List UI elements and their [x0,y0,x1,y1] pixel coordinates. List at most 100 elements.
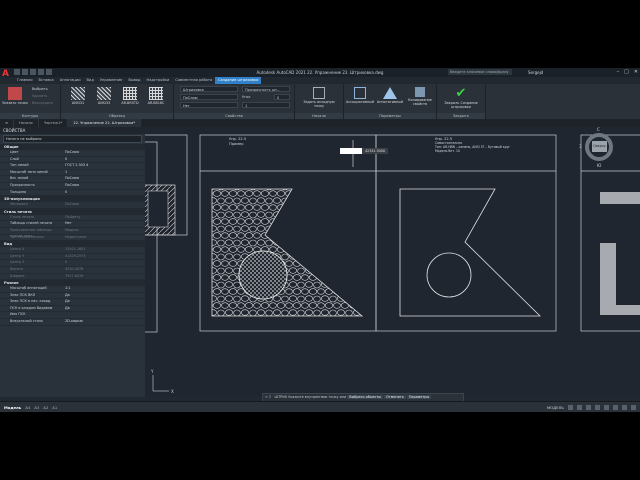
layout-tab[interactable]: A3 [34,402,39,412]
ribbon-tab[interactable]: Вставка [36,77,57,84]
property-row[interactable]: Пространство таблицы стилей печа... Модел… [0,228,145,238]
property-value[interactable]: Да [62,293,145,299]
property-value[interactable]: 1 [62,170,145,176]
document-tab[interactable]: Чертеж1* [39,119,69,127]
property-value[interactable]: ГОСТ 2.303 4 [62,163,145,169]
selection-dropdown[interactable]: Ничего не выбрано [3,135,142,143]
drawing-canvas[interactable]: Y X 42341.5000 Упр. 22.5 Пример Упр. 22.… [145,127,640,397]
property-value[interactable]: 0 [62,260,145,266]
select-button[interactable]: Выбрать [32,86,48,92]
option-settings[interactable]: Параметры [406,395,432,399]
property-row[interactable]: Центр Z 0 [0,260,145,267]
property-value[interactable]: ПоСлою [62,150,145,156]
property-value[interactable]: ПоЦвету [62,215,145,221]
ribbon-tab[interactable]: Управление [97,77,126,84]
ribbon-tab[interactable]: Вид [84,77,97,84]
document-tab[interactable]: Начало [14,119,39,127]
compass-south[interactable]: Ю [597,163,601,168]
property-row[interactable]: Ширина 7927.8419 [0,274,145,281]
hatch-color-select[interactable]: ПоСлою [180,94,238,100]
property-row[interactable]: Имя ПСК [0,312,145,320]
pattern-ansi33[interactable]: ANSI33 [91,87,117,105]
property-row[interactable]: Визуальный стиль 2D-каркас [0,319,145,326]
angle-field[interactable]: 0 [274,94,290,100]
property-value[interactable]: Да [62,306,145,312]
property-row[interactable]: Знак ПСК ВКЛ Да [0,293,145,300]
property-value[interactable]: Да [62,299,145,305]
command-close-icon[interactable]: ✕ ⚲ [263,395,273,399]
snap-toggle-icon[interactable] [577,405,582,410]
remove-button[interactable]: Удалить [32,93,47,99]
property-row[interactable]: Центр Y 41329.2575 [0,254,145,261]
recreate-button[interactable]: Воссоздать [32,100,53,106]
annotation-scale-icon[interactable] [613,405,618,410]
ribbon-tab[interactable]: Главная [14,77,36,84]
layout-tab[interactable]: A2 [43,402,48,412]
property-value[interactable]: Недоступно [62,235,145,241]
document-menu-icon[interactable]: ≡ [0,119,15,127]
transparency-field[interactable]: Прозрачность шт... [242,86,290,92]
property-value[interactable]: ПоСлою [62,202,145,208]
ribbon-tab[interactable]: Надстройки [144,77,173,84]
property-value[interactable]: ПоСлою [62,176,145,182]
pattern-ar-b816c[interactable]: AR-B816C [143,87,169,105]
property-value[interactable]: Модель [62,228,145,234]
layout-tab[interactable]: A4 [25,402,30,412]
property-row[interactable]: Масштаб типа линий 1 [0,170,145,177]
property-row[interactable]: Толщина 0 [0,190,145,197]
ortho-toggle-icon[interactable] [586,405,591,410]
property-value[interactable]: 13921.1601 [62,247,145,253]
property-row[interactable]: Таблица стилей печати Нет [0,221,145,228]
option-undo[interactable]: Отменить [384,395,406,399]
property-value[interactable]: 1:1 [62,286,145,292]
ribbon-tab[interactable]: Создание штриховки [215,77,262,84]
property-row[interactable]: Высота 4530.2678 [0,267,145,274]
hatch-type-select[interactable]: Штриховка [180,86,238,92]
property-value[interactable]: 2D-каркас [62,319,145,325]
compass-west[interactable]: З [579,144,582,149]
user-name[interactable]: Sergejd [528,68,543,77]
property-row[interactable]: Знак ПСК в нач. коорд. Да [0,299,145,306]
ribbon-tab[interactable]: Аннотации [57,77,84,84]
osnap-toggle-icon[interactable] [604,405,609,410]
pick-points-button[interactable]: Указать точки [2,87,28,105]
property-row[interactable]: Центр X 13921.1601 [0,247,145,254]
property-value[interactable]: ПоСлою [62,183,145,189]
ribbon-tab[interactable]: Вывод [125,77,143,84]
maximize-icon[interactable]: □ [624,68,629,77]
property-row[interactable]: Материал ПоСлою [0,202,145,209]
property-row[interactable]: ПСК в каждом Видовом Да [0,306,145,313]
pattern-ar-brstd[interactable]: AR-BRSTD [117,87,143,105]
property-row[interactable]: Тип стилей печати Недоступно [0,235,145,242]
associative-button[interactable]: Ассоциативный [346,87,374,104]
set-origin-button[interactable]: Задать исходную точку [299,87,339,108]
search-input[interactable]: Введите ключевое слово/фразу [448,69,512,75]
document-tab[interactable]: 22. Упражнение 22. Штриховка* [68,119,142,127]
polar-toggle-icon[interactable] [595,405,600,410]
grid-toggle-icon[interactable] [568,405,573,410]
property-value[interactable]: 7927.8419 [62,274,145,280]
option-select-objects[interactable]: Выбрать объекты [347,395,383,399]
property-row[interactable]: Вес линий ПоСлою [0,176,145,183]
property-value[interactable]: 0 [62,190,145,196]
layout-tab[interactable]: A1 [52,402,57,412]
layout-tab[interactable]: Модель [4,402,21,412]
property-row[interactable]: Тип линий ГОСТ 2.303 4 [0,163,145,170]
property-row[interactable]: Стиль печати ПоЦвету [0,215,145,222]
minimize-icon[interactable]: – [617,68,620,77]
property-value[interactable] [62,312,145,318]
annotative-button[interactable]: Аннотативный [376,87,404,104]
background-color-select[interactable]: Нет [180,102,238,108]
match-properties-button[interactable]: Копирование свойств [406,87,434,106]
property-value[interactable]: 4530.2678 [62,267,145,273]
dynamic-input-box[interactable] [340,148,362,154]
viewcube-top-face[interactable]: Сверху [592,141,607,152]
close-icon[interactable]: ✕ [634,68,638,77]
property-value[interactable]: Нет [62,221,145,227]
property-row[interactable]: Масштаб аннотаций 1:1 [0,286,145,293]
viewcube[interactable]: Сверху С Ю З [575,127,625,187]
property-value[interactable]: 0 [62,157,145,163]
property-row[interactable]: Прозрачность ПоСлою [0,183,145,190]
property-value[interactable]: 41329.2575 [62,254,145,260]
customize-icon[interactable] [631,405,636,410]
